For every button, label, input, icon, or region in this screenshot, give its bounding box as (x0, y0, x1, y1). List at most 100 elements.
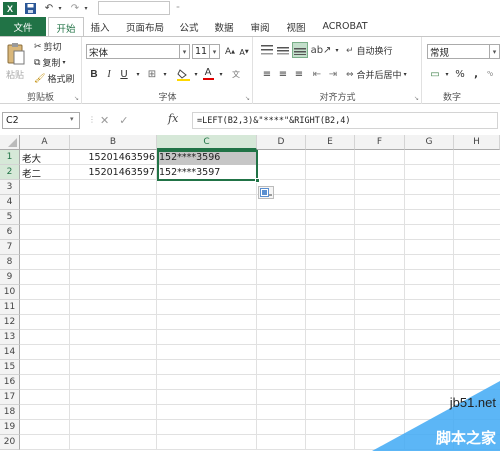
row-header-14[interactable]: 14 (0, 345, 20, 360)
column-header-e[interactable]: E (306, 135, 355, 150)
insert-function-button[interactable]: fx (168, 112, 178, 125)
tab-page-layout[interactable]: 页面布局 (120, 17, 170, 36)
row-header-10[interactable]: 10 (0, 285, 20, 300)
tab-review[interactable]: 审阅 (246, 17, 274, 36)
accounting-dropdown-icon[interactable]: ▾ (440, 67, 454, 81)
column-header-b[interactable]: B (70, 135, 157, 150)
column-header-c[interactable]: C (157, 135, 257, 150)
customize-toolbar-icon[interactable]: ⁼ (174, 2, 182, 15)
column-header-h[interactable]: H (454, 135, 500, 150)
cell-c1[interactable]: 152****3596 (159, 150, 255, 165)
row-header-1[interactable]: 1 (0, 150, 20, 165)
formula-bar-grip-icon[interactable]: ⋮ (88, 115, 96, 124)
underline-button[interactable]: U (117, 67, 131, 81)
row-header-9[interactable]: 9 (0, 270, 20, 285)
percent-style-button[interactable]: % (453, 67, 467, 81)
row-header-4[interactable]: 4 (0, 195, 20, 210)
column-header-d[interactable]: D (257, 135, 306, 150)
cell-b1[interactable]: 15201463596 (72, 150, 156, 165)
save-icon[interactable] (24, 2, 36, 15)
enter-icon[interactable]: ✓ (119, 114, 128, 127)
font-launcher-icon[interactable]: ↘ (245, 95, 250, 102)
quick-access-input[interactable] (98, 1, 170, 15)
tab-home[interactable]: 开始 (48, 17, 84, 37)
row-header-12[interactable]: 12 (0, 315, 20, 330)
row-header-11[interactable]: 11 (0, 300, 20, 315)
decrease-font-icon[interactable]: A ▼ (237, 45, 251, 59)
wrap-text-button[interactable]: ↵ 自动换行 (346, 44, 393, 58)
tab-acrobat[interactable]: ACROBAT (316, 17, 374, 36)
borders-icon[interactable]: ⊞ (145, 67, 159, 81)
cell-a1[interactable]: 老大 (22, 150, 68, 165)
tab-insert[interactable]: 插入 (86, 17, 114, 36)
cut-button[interactable]: ✂ 剪切 (34, 40, 62, 54)
font-size-dropdown-icon[interactable]: ▾ (209, 45, 219, 58)
number-format-dropdown-icon[interactable]: ▾ (489, 45, 499, 58)
number-format-select[interactable]: 常规 ▾ (427, 44, 500, 59)
phonetic-guide-icon[interactable]: 文 (229, 67, 243, 81)
bold-button[interactable]: B (87, 67, 101, 81)
row-header-8[interactable]: 8 (0, 255, 20, 270)
column-header-a[interactable]: A (20, 135, 70, 150)
row-header-2[interactable]: 2 (0, 165, 20, 180)
format-painter-button[interactable]: 🖌 格式刷 (34, 72, 74, 86)
fill-color-icon[interactable] (176, 67, 190, 81)
column-header-g[interactable]: G (405, 135, 454, 150)
align-left-icon[interactable]: ≡ (260, 67, 274, 81)
italic-button[interactable]: I (102, 67, 116, 81)
redo-icon[interactable]: ↷ (68, 2, 82, 15)
select-all-corner[interactable] (0, 135, 20, 150)
comma-style-button[interactable]: , (469, 67, 483, 81)
row-header-13[interactable]: 13 (0, 330, 20, 345)
merge-center-button[interactable]: ⇔ 合并后居中 ▾ (346, 68, 407, 82)
merge-dropdown-icon[interactable]: ▾ (404, 71, 407, 78)
font-size-select[interactable]: 11 ▾ (192, 44, 220, 59)
copy-dropdown-icon[interactable]: ▾ (62, 59, 65, 66)
orientation-icon[interactable]: ab↗ (311, 43, 332, 57)
clipboard-launcher-icon[interactable]: ↘ (74, 95, 79, 102)
cell-a2[interactable]: 老二 (22, 165, 68, 180)
orientation-dropdown-icon[interactable]: ▾ (330, 43, 344, 57)
redo-dropdown-icon[interactable]: ▾ (82, 2, 90, 15)
row-header-19[interactable]: 19 (0, 420, 20, 435)
font-color-icon[interactable]: A (201, 67, 215, 81)
underline-dropdown-icon[interactable]: ▾ (131, 67, 145, 81)
row-header-18[interactable]: 18 (0, 405, 20, 420)
worksheet-grid[interactable]: ABCDEFGH 1 2 3 4 5 6 7 8 9 10 11 12 13 14 15 16 17 18 19 20… (0, 135, 500, 451)
font-color-dropdown-icon[interactable]: ▾ (214, 67, 228, 81)
cell-c2[interactable]: 152****3597 (159, 165, 255, 180)
auto-fill-options-icon[interactable] (258, 186, 274, 199)
copy-button[interactable]: ⧉ 复制 ▾ (34, 56, 65, 70)
tab-formulas[interactable]: 公式 (175, 17, 203, 36)
name-box[interactable]: C2 (2, 112, 80, 129)
align-top-icon[interactable] (260, 43, 274, 57)
borders-dropdown-icon[interactable]: ▾ (158, 67, 172, 81)
align-right-icon[interactable]: ≡ (292, 67, 306, 81)
decrease-indent-icon[interactable]: ⇤ (310, 67, 324, 81)
cell-b2[interactable]: 15201463597 (72, 165, 156, 180)
increase-font-icon[interactable]: A ▲ (223, 45, 237, 59)
row-header-6[interactable]: 6 (0, 225, 20, 240)
paste-icon[interactable] (4, 41, 28, 67)
tab-view[interactable]: 视图 (282, 17, 310, 36)
row-header-17[interactable]: 17 (0, 390, 20, 405)
font-name-select[interactable]: 宋体 ▾ (86, 44, 190, 59)
tab-file[interactable]: 文件 (0, 17, 46, 36)
row-header-3[interactable]: 3 (0, 180, 20, 195)
row-header-20[interactable]: 20 (0, 435, 20, 450)
name-box-dropdown-icon[interactable]: ▾ (70, 115, 74, 123)
column-header-f[interactable]: F (355, 135, 405, 150)
cancel-icon[interactable]: ✕ (100, 114, 109, 127)
row-header-7[interactable]: 7 (0, 240, 20, 255)
align-middle-icon[interactable] (276, 43, 290, 57)
row-header-5[interactable]: 5 (0, 210, 20, 225)
fill-handle[interactable] (255, 178, 260, 183)
font-name-dropdown-icon[interactable]: ▾ (179, 45, 189, 58)
formula-input[interactable]: =LEFT(B2,3)&"****"&RIGHT(B2,4) (192, 112, 498, 129)
tab-data[interactable]: 数据 (210, 17, 238, 36)
increase-decimal-icon[interactable]: ⁰₀ (483, 67, 497, 81)
undo-dropdown-icon[interactable]: ▾ (56, 2, 64, 15)
increase-indent-icon[interactable]: ⇥ (326, 67, 340, 81)
paste-button[interactable]: 粘贴 (6, 68, 24, 81)
align-center-icon[interactable]: ≡ (276, 67, 290, 81)
